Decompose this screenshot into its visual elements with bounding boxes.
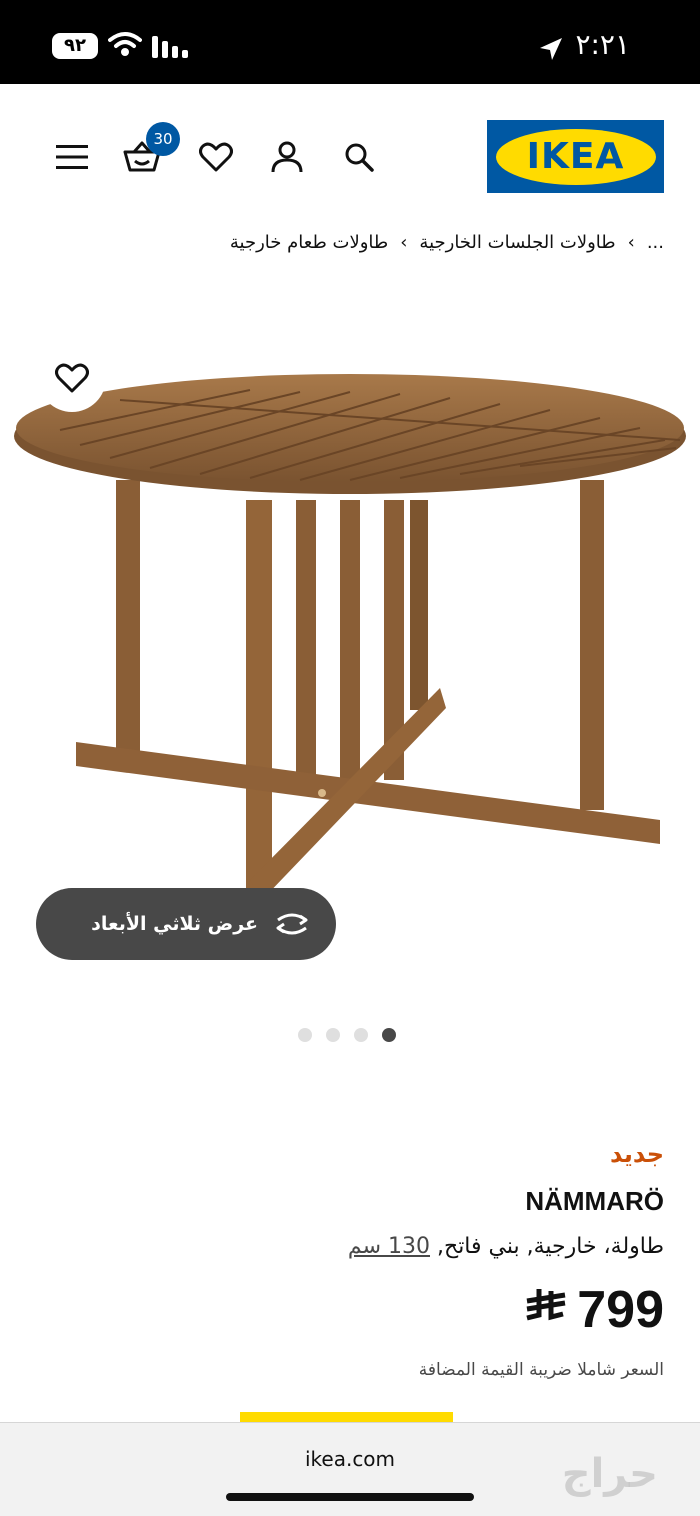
chevron-left-icon: ‹ (627, 232, 635, 253)
carousel-dots (298, 1028, 396, 1042)
size-link[interactable]: 130 سم (348, 1234, 430, 1259)
view-3d-button[interactable]: عرض ثلاثي الأبعاد (36, 888, 336, 960)
rotate-3d-icon (276, 913, 308, 935)
view-3d-label: عرض ثلاثي الأبعاد (91, 913, 258, 935)
breadcrumb: ... ‹ طاولات الجلسات الخارجية ‹ طاولات ط… (230, 232, 664, 253)
logo-text: IKEA (526, 136, 625, 177)
status-bar: ٩٢ ٢:٢١ (0, 0, 700, 84)
logo-oval: IKEA (495, 128, 656, 185)
location-arrow-icon (540, 38, 562, 60)
clock: ٢:٢١ (575, 28, 630, 61)
wifi-icon (108, 32, 142, 56)
search-icon[interactable] (335, 133, 383, 181)
carousel-dot[interactable] (326, 1028, 340, 1042)
product-description: طاولة، خارجية, بني فاتح, 130 سم (34, 1234, 664, 1259)
cart-count-badge: 30 (146, 122, 180, 156)
new-badge: جديد (609, 1140, 664, 1168)
vat-note: السعر شاملا ضريبة القيمة المضافة (418, 1360, 664, 1380)
menu-icon[interactable] (48, 133, 96, 181)
home-indicator[interactable] (226, 1493, 474, 1501)
carousel-dot[interactable] (298, 1028, 312, 1042)
carousel-dot[interactable] (354, 1028, 368, 1042)
ikea-logo[interactable]: IKEA (487, 120, 664, 193)
watermark: حراج (561, 1451, 658, 1497)
product-image[interactable] (0, 290, 700, 990)
heart-icon (55, 363, 89, 393)
signal-icon (152, 36, 188, 58)
product-name: NÄMMARÖ (525, 1186, 664, 1216)
profile-icon[interactable] (263, 133, 311, 181)
product-description-text: طاولة، خارجية, بني فاتح, (430, 1234, 664, 1259)
chevron-left-icon: ‹ (400, 232, 408, 253)
breadcrumb-item-outdoor-dining-tables[interactable]: طاولات طعام خارجية (230, 232, 388, 253)
add-to-favourites-button[interactable] (50, 356, 94, 400)
product-price: 799 (34, 1280, 664, 1340)
battery-indicator: ٩٢ (52, 33, 98, 59)
breadcrumb-ellipsis[interactable]: ... (647, 232, 664, 253)
price-value: 799 (577, 1281, 664, 1339)
riyal-currency-icon (525, 1287, 567, 1333)
heart-icon[interactable] (192, 133, 240, 181)
browser-url-bar: ikea.com حراج (0, 1422, 700, 1516)
carousel-dot-active[interactable] (382, 1028, 396, 1042)
breadcrumb-item-outdoor-tables[interactable]: طاولات الجلسات الخارجية (419, 232, 615, 253)
